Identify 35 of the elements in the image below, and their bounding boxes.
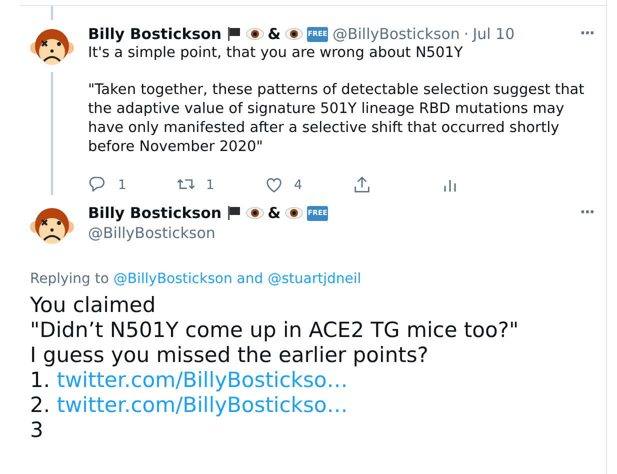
joiner-text: and <box>236 271 264 287</box>
reply-text: I guess you missed the earlier points? <box>30 343 430 368</box>
list-number: 1. <box>30 368 52 392</box>
like-button[interactable]: 4 <box>264 175 352 195</box>
retweet-button[interactable]: 1 <box>176 175 264 195</box>
eye-icon <box>246 205 264 221</box>
more-options-button[interactable]: ··· <box>578 24 596 42</box>
user-handle: @BillyBostickson <box>88 224 216 242</box>
separator-text: · <box>464 25 469 43</box>
reply-text: 3 <box>30 418 44 443</box>
reply-button[interactable]: 1 <box>88 175 176 195</box>
eye-icon <box>284 26 303 42</box>
mention-link[interactable]: @BillyBostickson <box>113 271 232 287</box>
replying-label: Replying to <box>30 271 110 287</box>
tweet-text: "Taken together, these patterns of detectable selection suggest that the adaptive value of signature 501Y lineage RBD mutations may have only manifested after a selective shift that occurred shortly before November 2020" <box>88 81 586 157</box>
more-options-button[interactable]: ··· <box>578 203 596 221</box>
flag-icon <box>226 205 242 221</box>
eye-icon <box>284 205 303 221</box>
share-icon <box>352 175 372 195</box>
user-handle: @BillyBostickson <box>332 25 460 43</box>
user-name: Billy Bostickson <box>88 204 222 222</box>
eye-icon <box>246 26 264 42</box>
tweet-date: Jul 10 <box>472 25 515 43</box>
ampersand-text: & <box>268 204 281 222</box>
reply-text: You claimed <box>30 293 157 318</box>
reply-text: "Didn’t N501Y come up in ACE2 TG mice too?" <box>30 318 520 343</box>
flag-icon <box>226 26 242 42</box>
like-icon <box>264 175 284 195</box>
tweet-text: It's a simple point, that you are wrong about N501Y <box>88 44 464 63</box>
list-number: 2. <box>30 393 52 417</box>
mention-link[interactable]: @stuartjdneil <box>268 271 362 287</box>
tweet-link[interactable]: twitter.com/BillyBostickso… <box>56 393 348 417</box>
tweet-link[interactable]: twitter.com/BillyBostickso… <box>56 368 348 392</box>
user-name: Billy Bostickson <box>88 25 222 43</box>
ampersand-text: & <box>268 25 281 43</box>
